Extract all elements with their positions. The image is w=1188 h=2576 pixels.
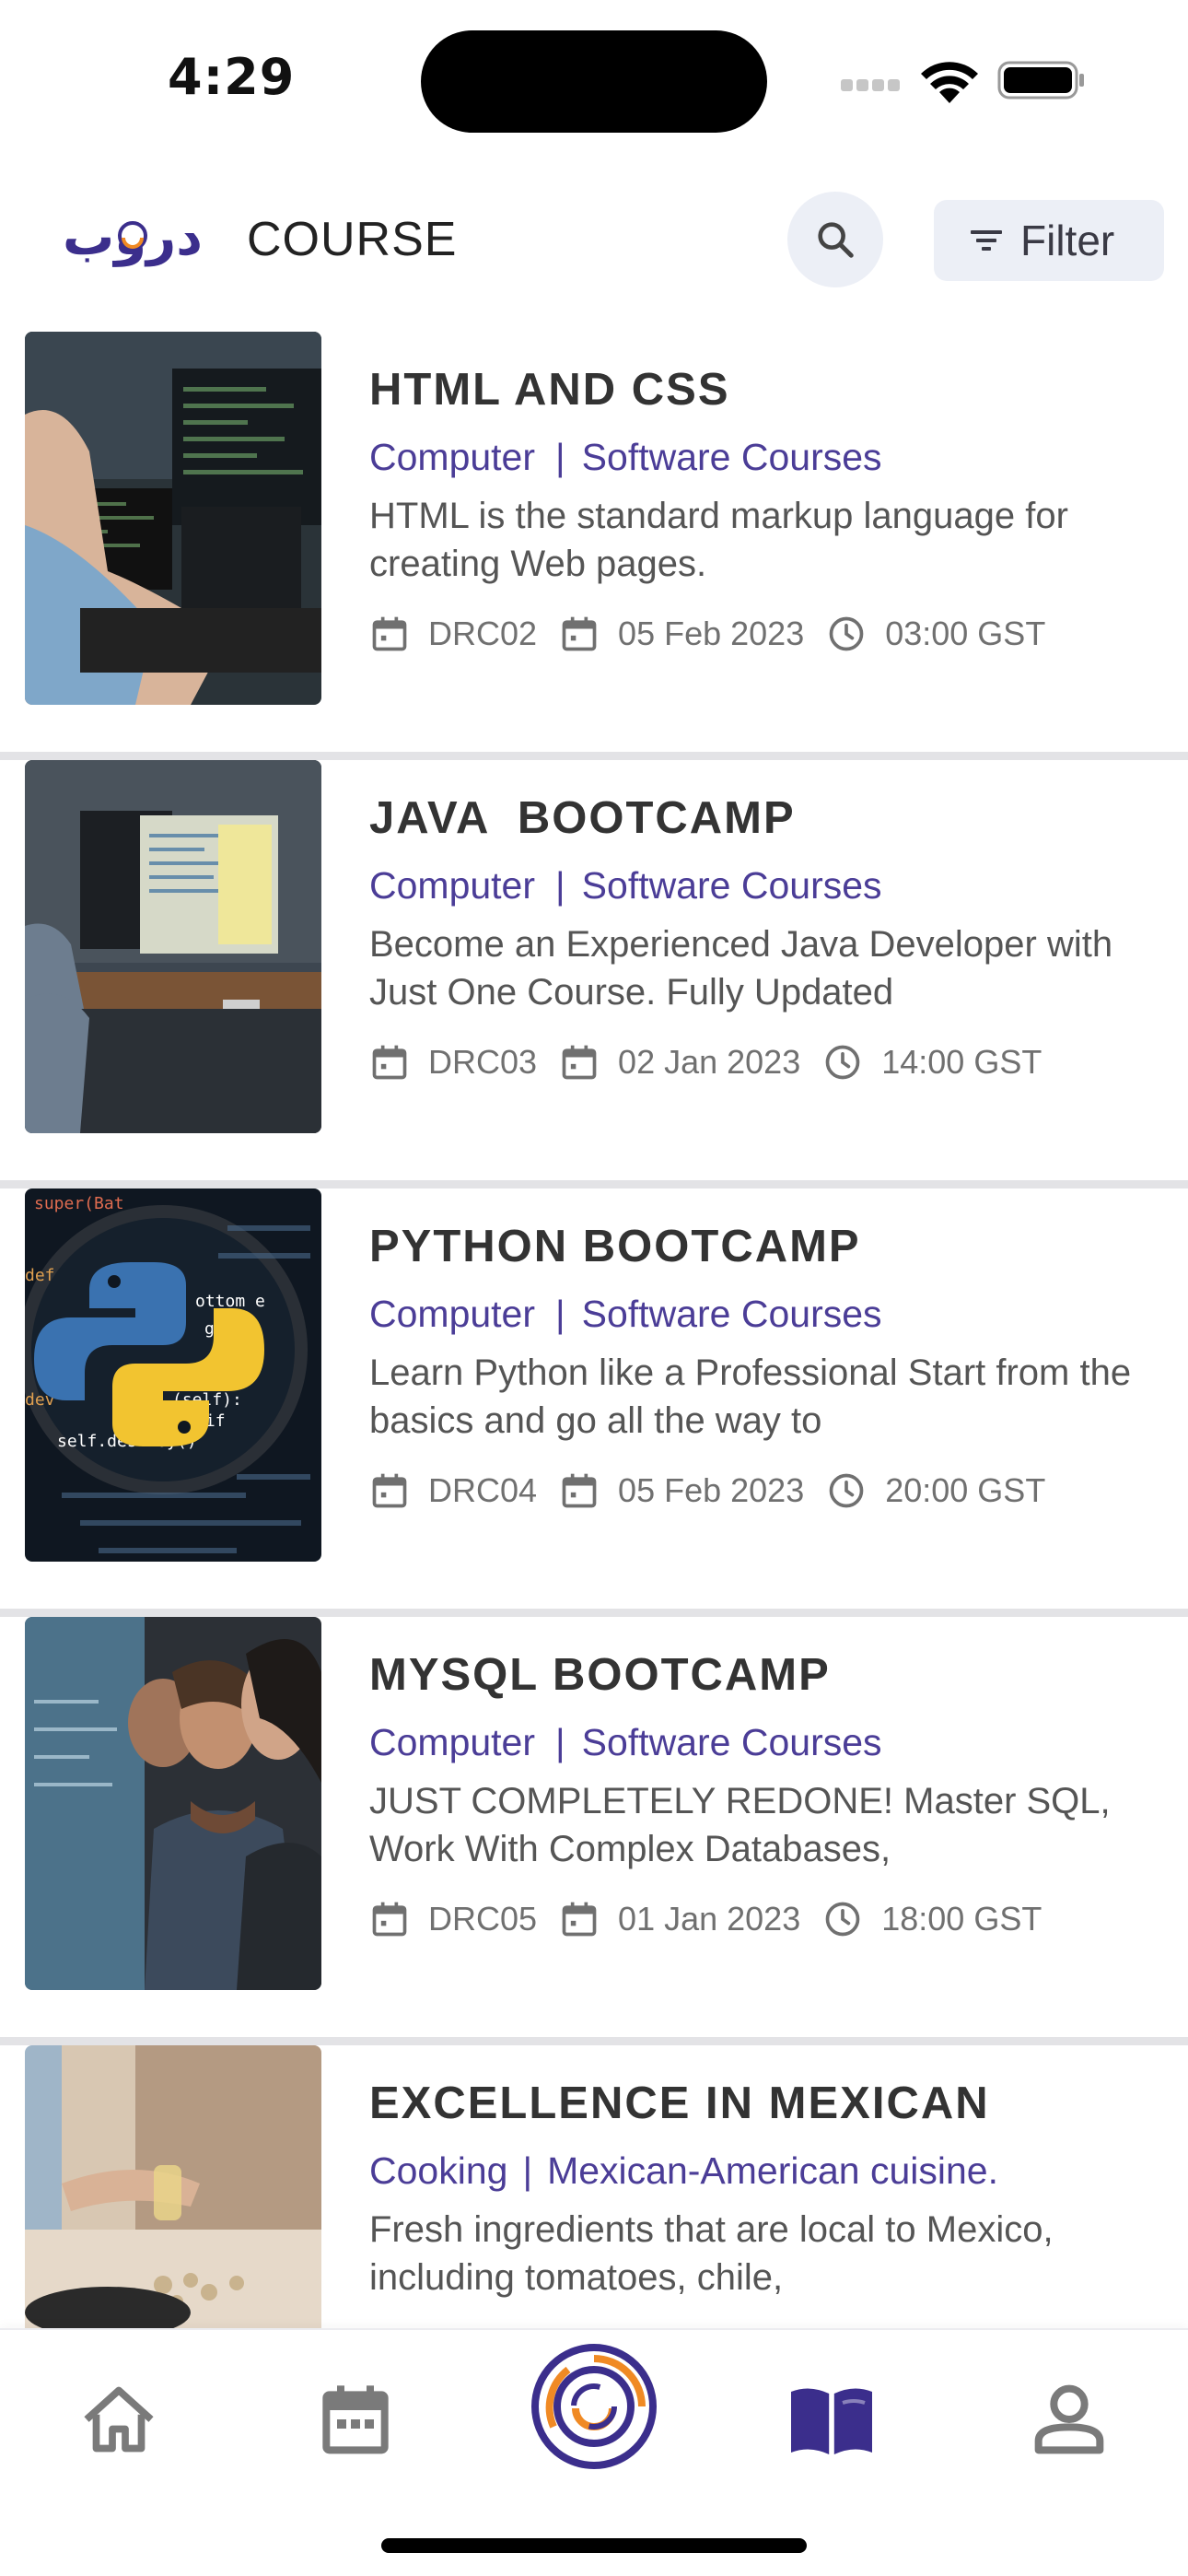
nav-brand[interactable] [529, 2341, 659, 2472]
course-description: HTML is the standard markup language for… [369, 496, 1068, 584]
course-code: DRC04 [428, 1471, 538, 1509]
calendar-icon [562, 616, 597, 651]
app-screen: 4:29 دروب COURSE [0, 0, 1188, 2576]
nav-courses[interactable] [781, 2369, 882, 2470]
course-description: Become an Experienced Java Developer wit… [369, 924, 1113, 1013]
course-meta: DRC02 05 Feb 2023 03:00 GST [369, 614, 1161, 654]
course-card[interactable]: JAVA BOOTCAMP Computer | Software Courses … [0, 760, 1188, 1188]
category-label: Cooking [369, 2149, 508, 2192]
nav-home[interactable] [68, 2369, 169, 2470]
course-description: JUST COMPLETELY REDONE! Master SQL, Work… [369, 1781, 1111, 1869]
category-separator: | [555, 1293, 565, 1335]
course-title: HTML AND CSS [369, 365, 730, 415]
calendar-icon [562, 1473, 597, 1508]
brand-logo: دروب [63, 207, 203, 267]
course-time: 03:00 GST [885, 615, 1046, 652]
calendar-icon [562, 1045, 597, 1080]
course-code: DRC05 [428, 1900, 538, 1938]
profile-icon [1034, 2384, 1104, 2454]
battery-icon [997, 61, 1084, 100]
course-date: 02 Jan 2023 [618, 1043, 801, 1081]
course-title: JAVA BOOTCAMP [369, 793, 796, 843]
course-meta: DRC04 05 Feb 2023 20:00 GST [369, 1470, 1161, 1511]
category-label: Computer [369, 1721, 536, 1763]
category-label: Computer [369, 1293, 536, 1335]
course-category[interactable]: Computer | Software Courses [369, 1293, 1161, 1336]
course-list[interactable]: HTML AND CSS Computer | Software Courses H… [0, 332, 1188, 2474]
search-icon [818, 222, 854, 258]
brand-logo-icon [531, 2344, 657, 2469]
course-title: MYSQL BOOTCAMP [369, 1650, 831, 1700]
course-category[interactable]: Computer | Software Courses [369, 864, 1161, 907]
subcategory-label: Software Courses [581, 1721, 882, 1763]
course-title: PYTHON BOOTCAMP [369, 1222, 861, 1271]
course-title: EXCELLENCE IN MEXICAN [369, 2078, 990, 2128]
course-description: Learn Python like a Professional Start f… [369, 1352, 1132, 1441]
calendar-icon [372, 616, 407, 651]
clock-icon [825, 1045, 860, 1080]
course-category[interactable]: Cooking | Mexican-American cuisine. [369, 2149, 1161, 2193]
page-title: COURSE [247, 213, 458, 266]
course-date: 05 Feb 2023 [618, 615, 805, 652]
nav-calendar[interactable] [305, 2369, 406, 2470]
svg-text:super(Bat: super(Bat [34, 1194, 124, 1213]
category-separator: | [555, 436, 565, 478]
status-time: 4:29 [168, 48, 296, 106]
clock-icon [829, 616, 864, 651]
calendar-icon [372, 1902, 407, 1937]
nav-profile[interactable] [1019, 2369, 1120, 2470]
course-code: DRC03 [428, 1043, 538, 1081]
course-thumbnail [25, 332, 321, 705]
calendar-icon [372, 1045, 407, 1080]
subcategory-label: Software Courses [581, 436, 882, 478]
course-time: 14:00 GST [881, 1043, 1042, 1081]
course-card[interactable]: HTML AND CSS Computer | Software Courses H… [0, 332, 1188, 760]
course-date: 05 Feb 2023 [618, 1471, 805, 1509]
filter-button[interactable]: Filter [934, 200, 1164, 281]
course-thumbnail: super(Bat def ottom e games self.destroy… [25, 1188, 321, 1562]
calendar-icon [372, 1473, 407, 1508]
subcategory-label: Software Courses [581, 1293, 882, 1335]
course-time: 20:00 GST [885, 1471, 1046, 1509]
category-label: Computer [369, 864, 536, 907]
wifi-icon [921, 62, 978, 103]
svg-text:def: def [25, 1266, 55, 1285]
home-icon [84, 2386, 154, 2453]
filter-label: Filter [1020, 217, 1115, 264]
category-separator: | [555, 864, 565, 907]
course-thumbnail [25, 1617, 321, 1990]
calendar-icon [322, 2385, 389, 2454]
course-category[interactable]: Computer | Software Courses [369, 1721, 1161, 1764]
filter-icon [971, 230, 1002, 251]
home-indicator[interactable] [381, 2538, 807, 2553]
clock-icon [825, 1902, 860, 1937]
subcategory-label: Software Courses [581, 864, 882, 907]
course-meta: DRC05 01 Jan 2023 18:00 GST [369, 1899, 1161, 1939]
cellular-signal-icon [841, 77, 903, 95]
book-icon [791, 2388, 872, 2454]
app-header: دروب COURSE Filter [0, 184, 1188, 295]
category-separator: | [555, 1721, 565, 1763]
course-time: 18:00 GST [881, 1900, 1042, 1938]
course-category[interactable]: Computer | Software Courses [369, 436, 1161, 479]
svg-text:ottom e: ottom e [195, 1292, 265, 1311]
dynamic-island [421, 30, 767, 133]
category-label: Computer [369, 436, 536, 478]
course-meta: DRC03 02 Jan 2023 14:00 GST [369, 1042, 1161, 1083]
status-bar: 4:29 [0, 0, 1188, 157]
category-separator: | [522, 2149, 533, 2192]
subcategory-label: Mexican-American cuisine. [547, 2149, 998, 2192]
search-button[interactable] [787, 192, 883, 287]
course-card[interactable]: MYSQL BOOTCAMP Computer | Software Courses… [0, 1617, 1188, 2045]
course-date: 01 Jan 2023 [618, 1900, 801, 1938]
calendar-icon [562, 1902, 597, 1937]
course-card[interactable]: super(Bat def ottom e games self.destroy… [0, 1188, 1188, 1617]
clock-icon [829, 1473, 864, 1508]
course-code: DRC02 [428, 615, 538, 652]
course-description: Fresh ingredients that are local to Mexi… [369, 2209, 1054, 2298]
course-thumbnail [25, 760, 321, 1133]
